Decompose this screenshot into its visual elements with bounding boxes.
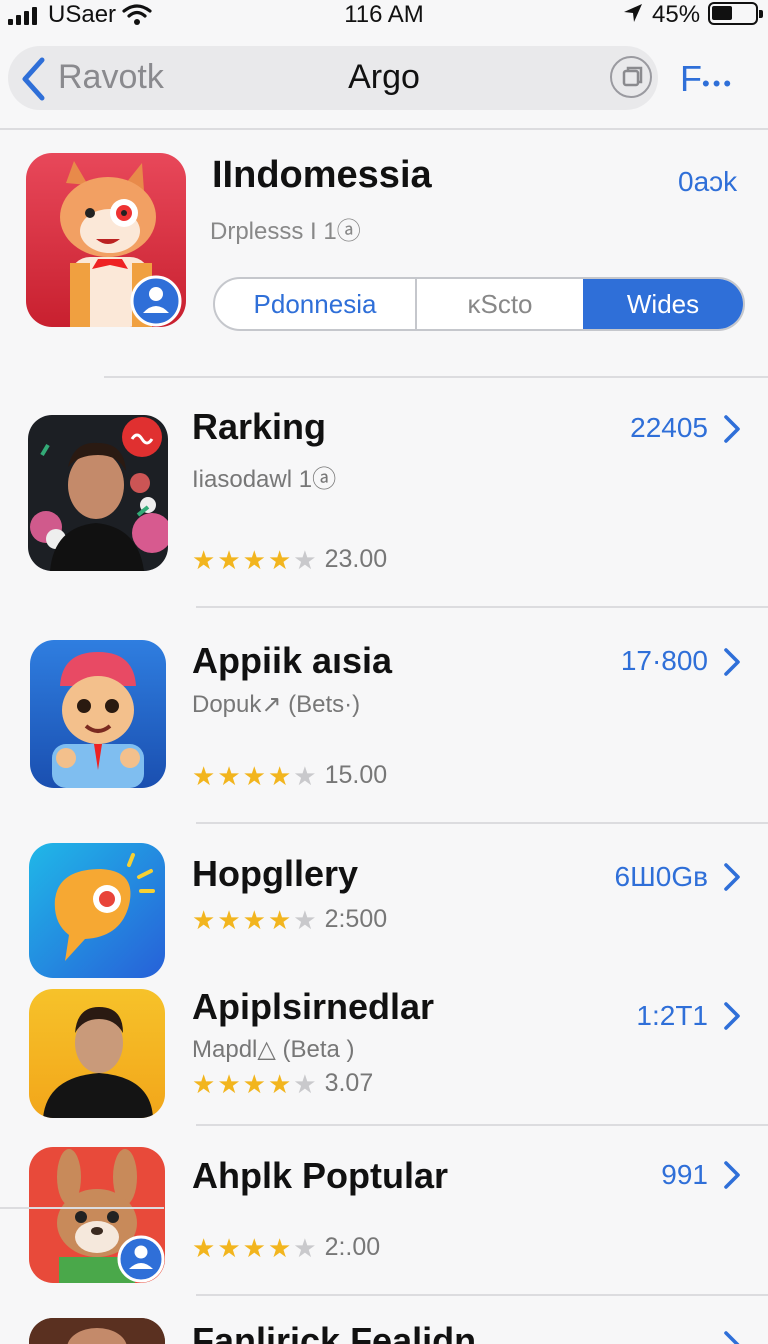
star-icon: ★ [192, 760, 216, 791]
divider [196, 606, 768, 608]
man-portrait-icon [28, 415, 168, 571]
chevron-right-icon[interactable] [722, 647, 742, 677]
chevron-right-icon[interactable] [722, 1160, 742, 1190]
star-empty-icon: ★ [293, 1232, 317, 1263]
star-icon: ★ [217, 760, 241, 791]
battery-icon [708, 2, 763, 25]
star-icon: ★ [217, 544, 241, 575]
star-icon: ★ [242, 904, 266, 935]
row-subtitle: Iiasodawl 1ⓐ [192, 466, 337, 493]
divider [196, 1294, 768, 1296]
row-value[interactable]: 991 [661, 1159, 708, 1191]
divider [0, 1207, 164, 1209]
star-icon: ★ [192, 904, 216, 935]
row-title: Rarking [192, 406, 327, 447]
star-icon: ★ [242, 1232, 266, 1263]
divider [196, 822, 768, 824]
row-title: Fanlirick Fealidn [192, 1320, 477, 1344]
rating-value: 2:.00 [324, 1233, 381, 1261]
star-icon: ★ [267, 760, 292, 791]
star-rating: ★ ★ ★ ★ ★ 3.07 [192, 1069, 373, 1098]
row-title: Apiplsirnedlar [192, 986, 435, 1027]
star-icon: ★ [267, 1232, 292, 1263]
rating-value: 3.07 [324, 1069, 374, 1097]
featured-app-icon[interactable] [26, 153, 186, 327]
star-icon: ★ [242, 1068, 266, 1099]
star-icon: ★ [217, 1068, 241, 1099]
star-icon: ★ [267, 544, 292, 575]
segmented-control: Pdonnesia ᴋScto Wides [213, 277, 745, 331]
rating-value: 2:500 [324, 905, 388, 933]
app-icon-apiplsirnedlar[interactable] [29, 989, 165, 1118]
chevron-right-icon[interactable] [722, 1001, 742, 1031]
more-button[interactable]: F••• [680, 58, 734, 100]
app-icon-hopgllery[interactable] [29, 843, 165, 978]
bunny-mascot-icon [29, 1147, 165, 1283]
header-link[interactable]: 0aɔk [678, 166, 737, 198]
row-value[interactable]: 22405 [630, 412, 708, 444]
star-empty-icon: ★ [293, 760, 317, 791]
cat-mascot-icon [26, 153, 186, 327]
header-title: IIndomessia [212, 154, 432, 196]
divider [104, 376, 768, 378]
row-value[interactable]: 1:2T1 [636, 1000, 708, 1032]
chevron-right-icon[interactable] [722, 862, 742, 892]
row-subtitle: Mapdl△ (Beta ) [192, 1036, 355, 1063]
row-subtitle: Dopuk↗ (Bets·) [192, 691, 361, 718]
segment-2[interactable]: ᴋScto [417, 279, 583, 329]
chat-bubble-icon [29, 843, 165, 978]
star-icon: ★ [217, 1232, 241, 1263]
star-icon: ★ [267, 1068, 292, 1099]
star-icon: ★ [267, 904, 292, 935]
star-icon: ★ [192, 544, 216, 575]
status-bar: USaer 116 AM 45% [0, 0, 768, 30]
battery-percent: 45% [652, 1, 701, 28]
nav-divider [0, 128, 768, 130]
star-icon: ★ [192, 1068, 216, 1099]
star-empty-icon: ★ [293, 904, 317, 935]
row-value[interactable]: 6Ш0Gв [615, 861, 708, 893]
chevron-right-icon[interactable] [722, 414, 742, 444]
divider [196, 1124, 768, 1126]
star-icon: ★ [242, 544, 266, 575]
app-icon-rarking[interactable] [28, 415, 168, 571]
star-empty-icon: ★ [293, 544, 317, 575]
man-portrait-icon [29, 989, 165, 1118]
row-value[interactable]: 17·800 [621, 645, 708, 677]
segment-1[interactable]: Pdonnesia [215, 279, 417, 329]
location-arrow-icon [624, 4, 642, 22]
star-empty-icon: ★ [293, 1068, 317, 1099]
star-rating: ★ ★ ★ ★ ★ 2:500 [192, 905, 387, 934]
app-icon-ahplk-poptular[interactable] [29, 1147, 165, 1283]
more-label: F [680, 58, 702, 99]
segment-3-selected[interactable]: Wides [583, 279, 743, 329]
star-icon: ★ [192, 1232, 216, 1263]
row-title: Appiik aısia [192, 640, 393, 681]
page-title: Argo [348, 58, 420, 96]
star-rating: ★ ★ ★ ★ ★ 23.00 [192, 545, 387, 574]
row-title: Hopgllery [192, 853, 359, 894]
more-dots-icon: ••• [702, 71, 735, 96]
app-icon-fanlirick[interactable] [29, 1318, 165, 1344]
rating-value: 15.00 [324, 761, 388, 789]
header-subtitle: Drplesss I 1ⓐ [210, 218, 361, 245]
app-icon-appiik[interactable] [30, 640, 166, 788]
row-title: Ahplk Poptular [192, 1155, 449, 1196]
star-icon: ★ [242, 760, 266, 791]
star-rating: ★ ★ ★ ★ ★ 15.00 [192, 761, 387, 790]
star-icon: ★ [217, 904, 241, 935]
portrait-icon [29, 1318, 165, 1344]
star-rating: ★ ★ ★ ★ ★ 2:.00 [192, 1233, 380, 1262]
cartoon-boy-icon [30, 640, 166, 788]
chevron-right-icon[interactable] [722, 1330, 742, 1344]
rating-value: 23.00 [324, 545, 388, 573]
